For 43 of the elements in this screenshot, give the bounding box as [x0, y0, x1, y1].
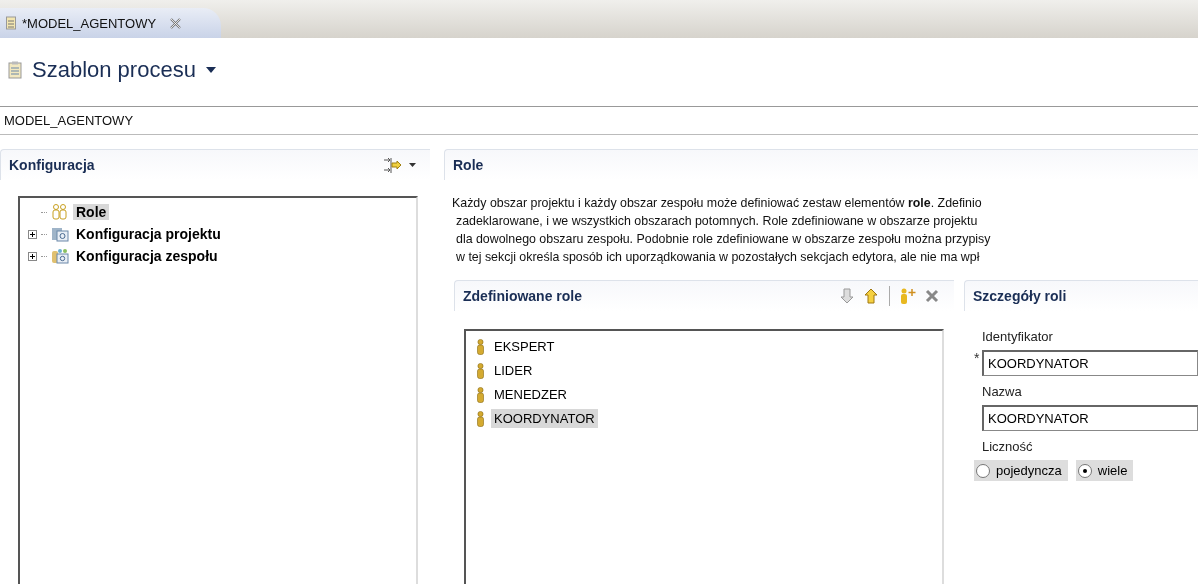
dropdown-arrow-icon[interactable] [409, 163, 416, 167]
collapse-arrows-icon[interactable] [383, 157, 401, 173]
radio-button[interactable] [976, 463, 990, 478]
tree-item[interactable]: Role [73, 204, 110, 220]
radio-option[interactable]: wiele [1075, 460, 1134, 481]
person-icon [476, 410, 485, 427]
people-icon [51, 204, 69, 220]
form-title: Szablon procesu [32, 57, 196, 83]
description-line: dla dowolnego obszaru zespołu. Podobnie role zdefiniowane w obszarze zespołu można przypisy [455, 231, 992, 248]
text-field[interactable]: KOORDYNATOR [982, 350, 1198, 376]
clipboard-icon [8, 61, 22, 79]
tree-item[interactable]: Konfiguracja projektu [73, 226, 224, 242]
list-item[interactable]: KOORDYNATOR [491, 409, 598, 428]
tree-item[interactable]: Konfiguracja zespołu [73, 248, 221, 264]
radio-option[interactable]: pojedyncza [974, 460, 1068, 481]
required-mark: * [974, 350, 981, 366]
description-line: zadeklarowane, i we wszystkich obszarach potomnych. Role zdefiniowane w obszarze projektu [455, 213, 979, 230]
section-title: Zdefiniowane role [463, 288, 582, 304]
section-title: Role [453, 157, 484, 173]
close-icon[interactable] [170, 17, 182, 29]
folder-gear-icon [51, 226, 69, 242]
person-icon [476, 338, 485, 355]
team-gear-icon [51, 248, 69, 264]
expand-icon[interactable] [28, 251, 37, 261]
list-item[interactable]: MENEDZER [491, 385, 570, 404]
list-item[interactable]: LIDER [491, 361, 536, 380]
description-line: Każdy obszar projektu i każdy obszar zespołu może definiować zestaw elementów role. Zdefinio [452, 195, 983, 212]
dropdown-arrow-icon[interactable] [205, 67, 216, 73]
section-title: Szczegóły roli [973, 288, 1067, 304]
radio-button[interactable] [1077, 463, 1092, 478]
person-icon [476, 386, 485, 403]
field-label: Nazwa [982, 384, 1023, 399]
expand-icon[interactable] [28, 229, 37, 239]
person-icon [476, 362, 485, 379]
field-label: Identyfikator [982, 329, 1054, 344]
section-title: Konfiguracja [9, 157, 95, 173]
text-field[interactable]: KOORDYNATOR [982, 405, 1198, 431]
field-label: Liczność [982, 439, 1034, 454]
document-icon [6, 16, 16, 30]
list-item[interactable]: EKSPERT [491, 337, 558, 356]
description-line: w tej sekcji określa sposób ich uporządkowania w pozostałych sekcjach edytora, ale nie ma wpł [455, 249, 981, 266]
editor-tab[interactable]: *MODEL_AGENTOWY [0, 8, 222, 38]
template-name: MODEL_AGENTOWY [4, 113, 134, 128]
